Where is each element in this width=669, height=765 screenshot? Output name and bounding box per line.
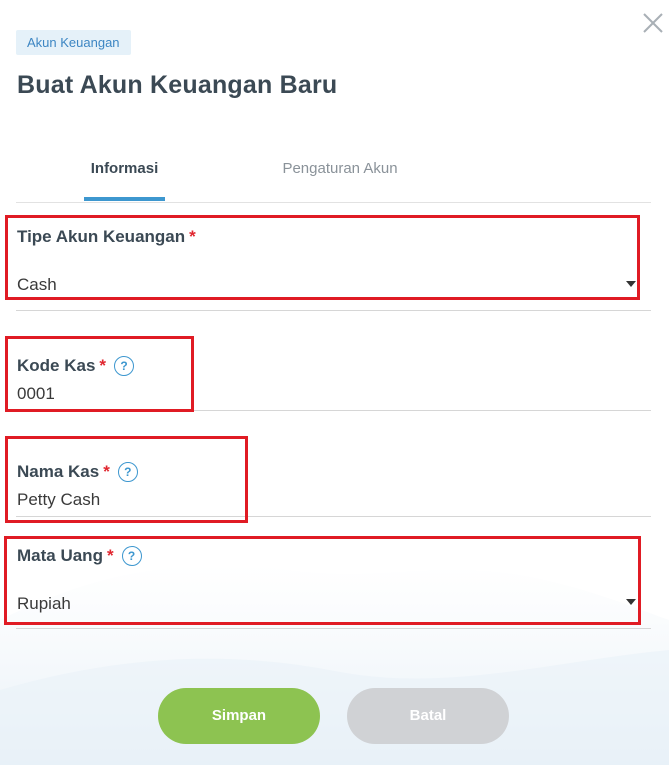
tab-pengaturan-akun[interactable]: Pengaturan Akun xyxy=(264,160,416,182)
account-type-underline xyxy=(16,310,651,311)
highlight-box xyxy=(5,436,248,523)
tab-informasi[interactable]: Informasi xyxy=(84,160,165,182)
save-button[interactable]: Simpan xyxy=(158,688,320,744)
cancel-button[interactable]: Batal xyxy=(347,688,509,744)
close-icon[interactable] xyxy=(640,10,666,36)
page-title: Buat Akun Keuangan Baru xyxy=(17,71,338,99)
highlight-box xyxy=(4,536,641,625)
highlight-box xyxy=(5,336,194,412)
tabs-divider xyxy=(16,202,651,203)
currency-underline xyxy=(16,628,651,629)
active-tab-indicator xyxy=(84,197,165,201)
highlight-box xyxy=(5,215,640,300)
breadcrumb[interactable]: Akun Keuangan xyxy=(16,30,131,55)
